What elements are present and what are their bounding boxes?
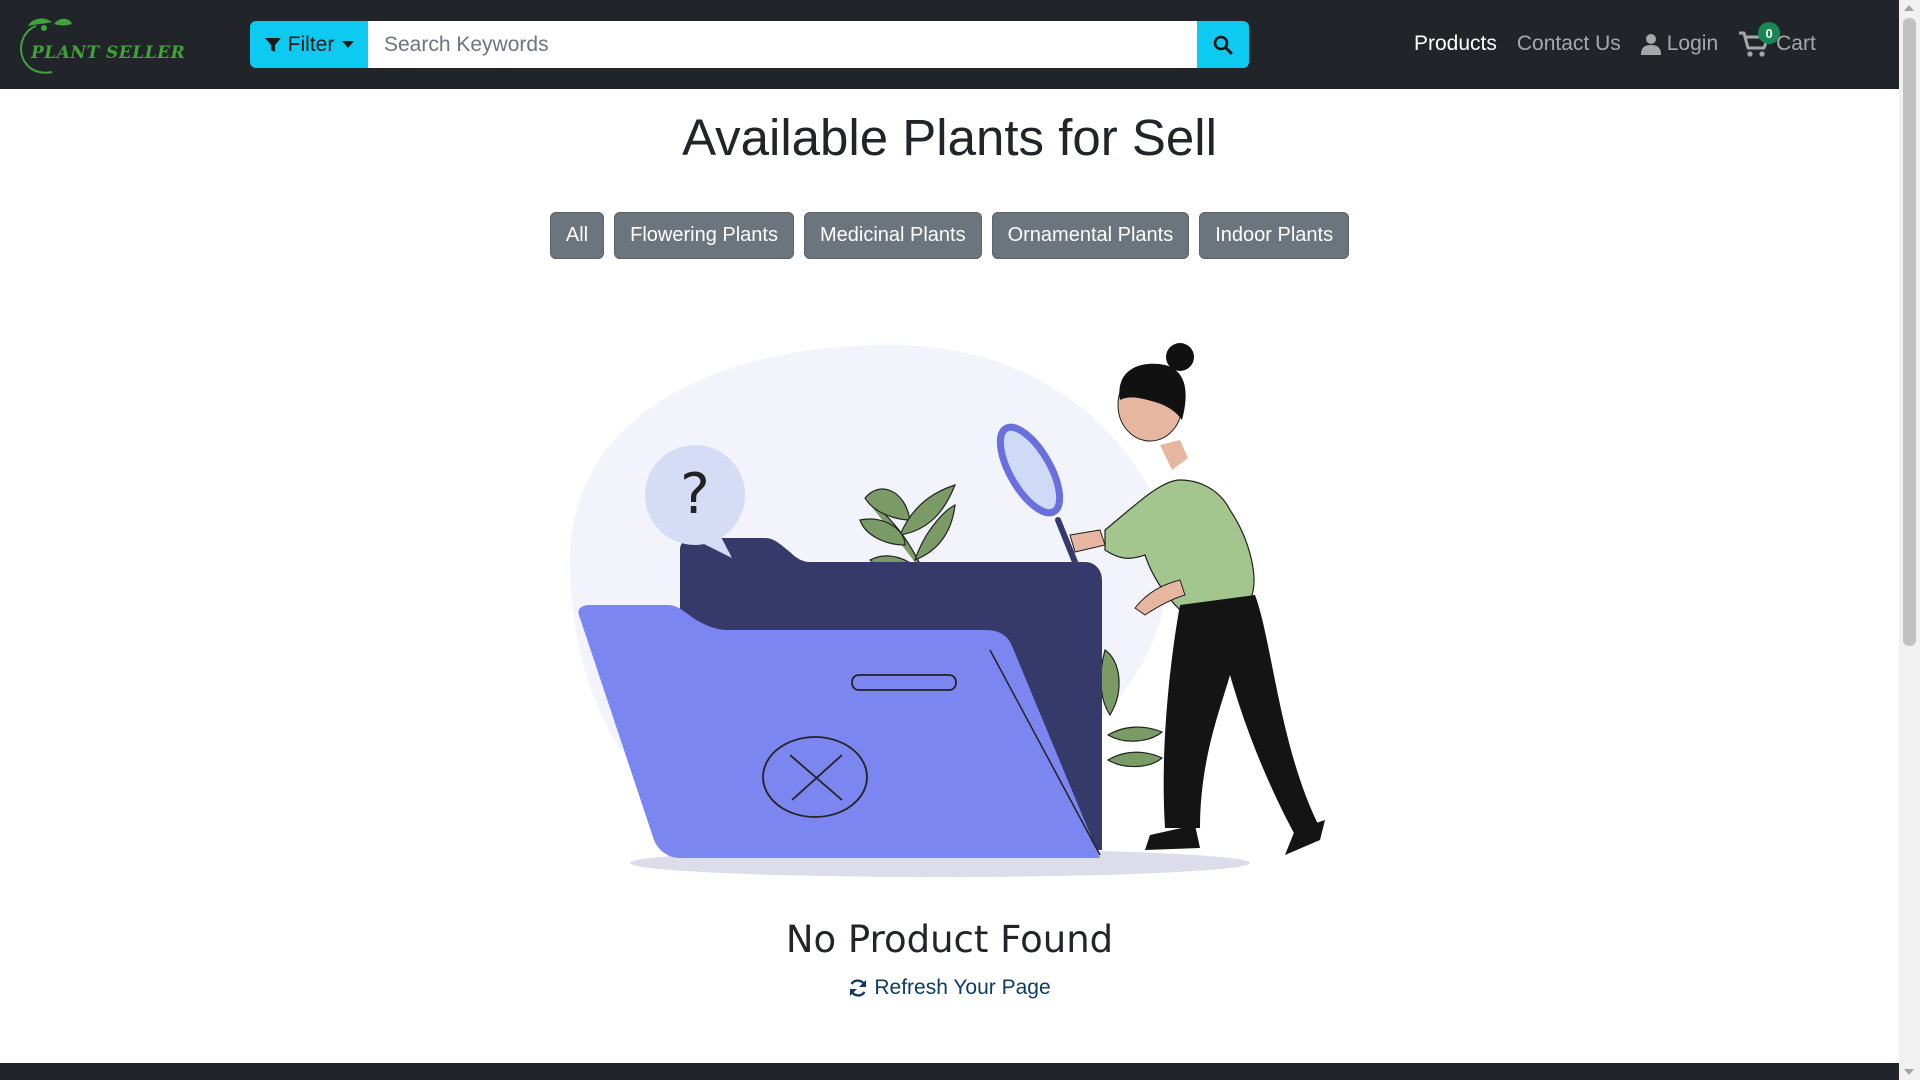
brand-logo[interactable]: PLANT SELLER xyxy=(14,14,185,76)
empty-state-title: No Product Found xyxy=(785,918,1114,961)
nav-links: Products Contact Us Login 0 Cart xyxy=(1414,22,1836,62)
nav-products-link[interactable]: Products xyxy=(1414,32,1497,56)
empty-state-illustration: ? xyxy=(570,343,1325,877)
category-ornamental-button[interactable]: Ornamental Plants xyxy=(991,212,1190,259)
login-label: Login xyxy=(1666,32,1719,55)
question-mark-glyph: ? xyxy=(680,462,710,527)
filter-icon xyxy=(264,37,281,52)
refresh-page-link[interactable]: Refresh Your Page xyxy=(0,976,1899,1000)
search-input[interactable] xyxy=(368,21,1197,68)
category-indoor-button[interactable]: Indoor Plants xyxy=(1199,212,1350,259)
nav-cart-link[interactable]: 0 Cart xyxy=(1738,22,1816,58)
category-all-button[interactable]: All xyxy=(549,212,605,259)
filter-dropdown-button[interactable]: Filter xyxy=(250,21,368,68)
scroll-up-arrow-icon[interactable] xyxy=(1904,5,1914,11)
category-medicinal-button[interactable]: Medicinal Plants xyxy=(803,212,982,259)
cart-label: Cart xyxy=(1776,32,1816,55)
caret-down-icon xyxy=(342,41,355,48)
category-flowering-button[interactable]: Flowering Plants xyxy=(614,212,794,259)
scrollbar-thumb[interactable] xyxy=(1903,18,1916,646)
cart-count-badge: 0 xyxy=(1758,22,1781,44)
nav-login-link[interactable]: Login xyxy=(1640,32,1719,56)
refresh-icon xyxy=(850,979,867,997)
filter-label: Filter xyxy=(287,32,335,56)
vertical-scrollbar[interactable] xyxy=(1899,0,1920,1080)
page-title: Available Plants for Sell xyxy=(682,109,1217,166)
top-navbar: PLANT SELLER Filter Products Contact Us … xyxy=(0,0,1899,89)
logo-text: PLANT SELLER xyxy=(31,43,186,63)
user-icon xyxy=(1640,34,1661,55)
nav-contact-link[interactable]: Contact Us xyxy=(1517,32,1621,56)
refresh-label: Refresh Your Page xyxy=(874,976,1051,999)
search-button[interactable] xyxy=(1197,21,1249,68)
footer-strip xyxy=(0,1063,1899,1080)
search-icon xyxy=(1213,35,1233,54)
search-group: Filter xyxy=(250,21,1249,68)
category-filter-bar: All Flowering Plants Medicinal Plants Or… xyxy=(0,212,1899,259)
scroll-down-arrow-icon[interactable] xyxy=(1904,1069,1914,1075)
